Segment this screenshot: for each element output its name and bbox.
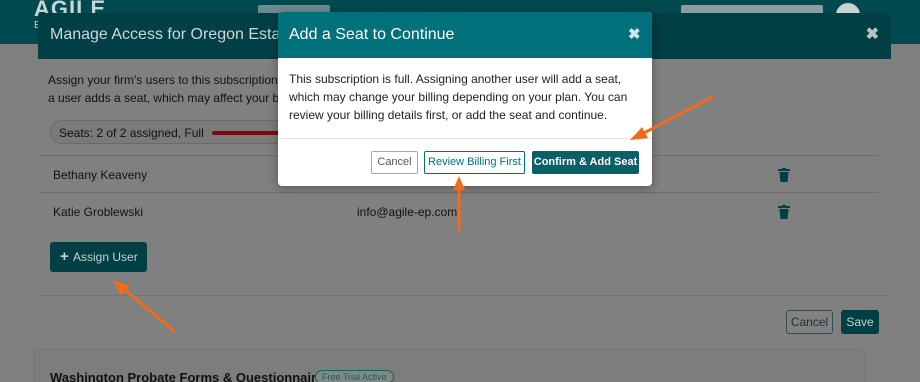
add-seat-dialog-header: Add a Seat to Continue ✖ [278,12,652,58]
assign-user-label: Assign User [73,250,138,264]
close-icon[interactable]: ✖ [628,25,641,43]
plus-icon: + [60,248,69,265]
add-seat-dialog: Add a Seat to Continue ✖ This subscripti… [278,12,652,186]
manage-access-description: Assign your firm's users to this subscri… [48,71,278,107]
manage-access-title: Manage Access for Oregon Estate [50,26,294,43]
add-seat-title: Add a Seat to Continue [289,26,455,43]
user-name: Bethany Keaveny [53,168,148,182]
close-icon[interactable]: ✖ [866,24,879,44]
user-name: Katie Groblewski [53,205,144,219]
manage-access-modal-footer: Cancel Save [38,295,891,344]
trash-icon[interactable] [778,205,790,219]
message-line: which may change your billing depending … [289,90,628,104]
user-row: Katie Groblewski info@agile-ep.com [38,192,878,229]
message-line: This subscription is full. Assigning ano… [289,72,622,86]
seats-status: Seats: 2 of 2 assigned, Full [50,120,292,144]
free-trial-badge: Free Trial Active [315,370,394,382]
add-seat-dialog-footer: Cancel Review Billing First Confirm & Ad… [278,138,652,186]
subscription-card: Washington Probate Forms & Questionnaire… [33,349,865,382]
review-billing-button[interactable]: Review Billing First [424,151,525,174]
card-title: Washington Probate Forms & Questionnaire… [50,370,331,382]
save-button[interactable]: Save [841,310,879,334]
user-email: info@agile-ep.com [357,205,458,219]
assign-user-button[interactable]: + Assign User [50,242,147,272]
description-line: a user adds a seat, which may affect you… [48,91,278,105]
cancel-button[interactable]: Cancel [786,310,833,334]
confirm-add-seat-button[interactable]: Confirm & Add Seat [532,151,639,174]
add-seat-message: This subscription is full. Assigning ano… [289,70,641,124]
description-line: Assign your firm's users to this subscri… [48,73,278,87]
dialog-cancel-button[interactable]: Cancel [371,151,418,174]
trash-icon[interactable] [778,168,790,182]
message-line: review your billing details first, or ad… [289,108,608,122]
seats-label: Seats: 2 of 2 assigned, Full [59,126,204,140]
